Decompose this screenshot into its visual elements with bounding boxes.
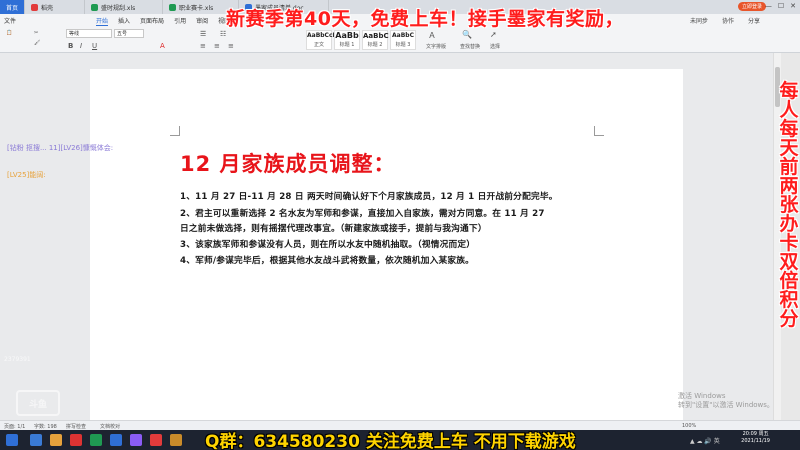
style-label: 标题 2 (367, 42, 383, 48)
menu-file[interactable]: 文件 (4, 16, 16, 25)
watermark-line: 激活 Windows (678, 392, 726, 400)
document-paragraph: 1、11 月 27 日-11 月 28 日 两天时间确认好下个月家族成员，12 … (180, 192, 558, 202)
daoke-icon (31, 3, 39, 11)
tab-daoke[interactable]: 稻壳 (25, 0, 86, 14)
windows-activation-watermark: 激活 Windows 转到"设置"以激活 Windows。 (678, 392, 774, 410)
italic-button[interactable]: I (80, 42, 82, 50)
streamer-id: 2379391 (4, 356, 31, 363)
style-label: 标题 1 (339, 42, 355, 48)
numbered-list-icon[interactable]: ☷ (220, 30, 226, 38)
margin-corner-marker (594, 126, 604, 136)
window-controls: — ☐ ✕ (765, 2, 796, 10)
style-label: 正文 (313, 42, 324, 48)
text-layout-label[interactable]: 文字排版 (426, 43, 446, 50)
tab-label: 首页 (6, 4, 19, 12)
select-icon[interactable]: ➚ (490, 30, 497, 39)
font-size-select[interactable]: 五号 (114, 29, 144, 38)
paste-button[interactable]: 📋 (6, 30, 12, 36)
spell-check[interactable]: 拼写检查 (66, 423, 86, 430)
app-icon[interactable] (150, 434, 162, 446)
share-button[interactable]: 分享 (748, 16, 760, 25)
cut-icon[interactable]: ✂ (34, 30, 38, 36)
word-count[interactable]: 字数: 198 (34, 423, 57, 430)
app-icon[interactable] (70, 434, 82, 446)
font-name-select[interactable]: 等线 (66, 29, 112, 38)
style-preview: AaBb (335, 31, 359, 40)
style-preview: AaBbC (392, 32, 414, 39)
close-icon[interactable]: ✕ (790, 2, 796, 10)
menu-insert[interactable]: 插入 (118, 16, 130, 25)
find-replace-label[interactable]: 查找替换 (460, 43, 480, 50)
tab-label: 职业赛卡.xls (179, 4, 214, 12)
page-count: 页面: 1/1 (4, 424, 26, 430)
douyu-logo: 斗鱼 (16, 390, 60, 416)
clock-date: 2021/11/19 (741, 438, 770, 444)
collaborate-button[interactable]: 协作 (722, 16, 734, 25)
doc-proofread[interactable]: 文档校对 (100, 423, 120, 430)
watermark-line: 转到"设置"以激活 Windows。 (678, 401, 774, 409)
document-paragraph: 3、该家族军师和参谋没有人员，则在所以水友中随机抽取。（视情况而定） (180, 240, 476, 250)
align-right-icon[interactable]: ≡ (228, 42, 234, 50)
login-button[interactable]: 立即登录 (737, 2, 766, 11)
document-paragraph: 4、军师/参谋完毕后，根据其他水友战斗武将数量，依次随机加入某家族。 (180, 256, 475, 266)
tab-sheet-1[interactable]: 盛时规刮.xls (85, 0, 164, 14)
style-heading-3[interactable]: AaBbC 标题 3 (390, 30, 416, 50)
underline-button[interactable]: U (92, 42, 97, 50)
sync-status[interactable]: 未同步 (690, 16, 708, 25)
bold-button[interactable]: B (68, 42, 73, 50)
system-tray[interactable]: ▲ ☁ 🔊 英 (690, 436, 720, 445)
menu-review[interactable]: 审阅 (196, 16, 208, 25)
find-replace-icon[interactable]: 🔍 (462, 30, 472, 39)
style-preview: AaBbC (363, 32, 389, 40)
margin-corner-marker (170, 126, 180, 136)
menu-page-layout[interactable]: 页面布局 (140, 16, 164, 25)
tab-home[interactable]: 首页 (0, 0, 26, 14)
stream-banner-top: 新赛季第40天，免费上车！接手墨家有奖励， (226, 8, 624, 30)
document-heading: 12 月家族成员调整： (180, 152, 396, 176)
bullet-list-icon[interactable]: ☰ (200, 30, 206, 38)
folder-icon[interactable] (50, 434, 62, 446)
app-icon[interactable] (130, 434, 142, 446)
app-icon[interactable] (110, 434, 122, 446)
style-preview: AaBbCcDd (307, 32, 342, 39)
format-painter-icon[interactable]: 🖌 (34, 40, 40, 46)
style-heading-2[interactable]: AaBbC 标题 2 (362, 30, 389, 50)
spreadsheet-icon (169, 3, 177, 11)
tab-label: 盛时规刮.xls (101, 4, 136, 12)
document-paragraph: 日之前未做选择，则有摇摆代理改事宜。（新建家族或接手，提前与我沟通下） (180, 224, 487, 234)
zoom-level[interactable]: 100% (682, 423, 696, 429)
stream-banner-bottom: Q群：634580230 关注免费上车 不用下载游戏 (205, 432, 576, 450)
app-icon[interactable] (90, 434, 102, 446)
spreadsheet-icon (91, 3, 99, 11)
align-center-icon[interactable]: ≡ (214, 42, 220, 50)
tab-label: 稻壳 (41, 4, 54, 12)
style-label: 标题 3 (395, 42, 411, 48)
maximize-icon[interactable]: ☐ (778, 2, 784, 10)
menu-references[interactable]: 引用 (174, 16, 186, 25)
stream-banner-right: 每人每天前两张办卡双倍积分 (779, 80, 799, 330)
style-normal[interactable]: AaBbCcDd 正文 (306, 30, 342, 50)
chat-message: [LV25]能阔: (7, 171, 46, 179)
select-label[interactable]: 选择 (490, 43, 500, 50)
style-heading-1[interactable]: AaBb 标题 1 (334, 30, 360, 50)
text-layout-icon[interactable]: Ａ (428, 30, 436, 41)
menu-right-group: 未同步 协作 分享 (690, 16, 760, 25)
start-icon[interactable] (6, 434, 18, 446)
chat-message: [钻粉 抠搜... 11][LV26]慷慨体会: (7, 144, 114, 152)
align-left-icon[interactable]: ≡ (200, 42, 206, 50)
clock-time: 20:09 周五 (742, 431, 769, 437)
minimize-icon[interactable]: — (765, 2, 772, 10)
document-paragraph: 2、君主可以重新选择 2 名水友为军师和参谋，直接加入自家族，需对方同意。在 1… (180, 209, 545, 219)
font-color-button[interactable]: A (160, 42, 165, 50)
browser-icon[interactable] (30, 434, 42, 446)
taskbar-clock[interactable]: 20:09 周五 2021/11/19 (741, 431, 770, 445)
menu-home[interactable]: 开始 (96, 16, 109, 26)
app-icon[interactable] (170, 434, 182, 446)
